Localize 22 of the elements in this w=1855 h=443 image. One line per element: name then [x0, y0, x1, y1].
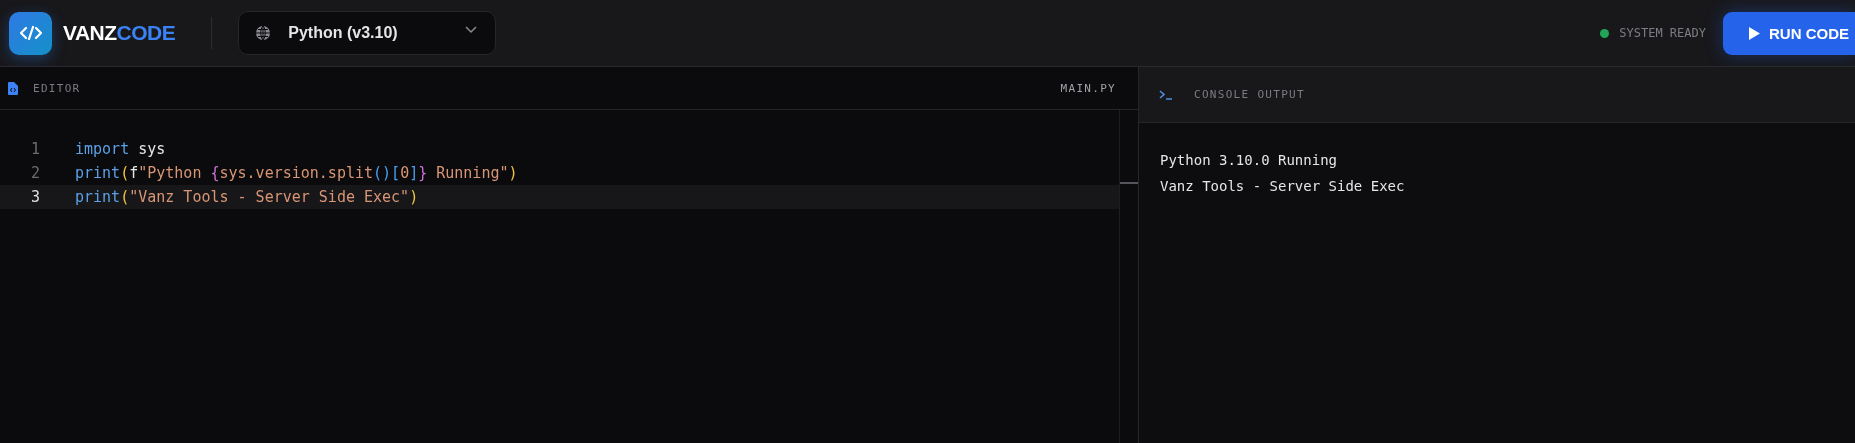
- logo-icon: [9, 11, 52, 55]
- console-title: CONSOLE OUTPUT: [1194, 88, 1305, 101]
- line-number: 1: [29, 140, 41, 158]
- language-dropdown[interactable]: Python (v3.10): [238, 11, 497, 55]
- line-number: 2: [29, 164, 41, 182]
- play-icon: [1749, 26, 1760, 40]
- run-code-button[interactable]: RUN CODE: [1723, 11, 1855, 55]
- chevron-down-icon: [465, 26, 478, 34]
- file-code-icon: [8, 81, 18, 95]
- line-number: 3: [29, 188, 41, 206]
- code-line: import sys: [75, 140, 166, 158]
- code-line: print(f"Python {sys.version.split()[0]} Running"): [75, 164, 518, 182]
- terminal-icon: [1159, 89, 1173, 100]
- scrollbar-track[interactable]: [1119, 110, 1138, 443]
- status-label: SYSTEM READY: [1619, 26, 1706, 40]
- code-line: print("Vanz Tools - Server Side Exec"): [75, 188, 419, 206]
- console-line: Python 3.10.0 Running: [1160, 151, 1338, 170]
- console-line: Vanz Tools - Server Side Exec: [1160, 177, 1406, 196]
- brand-name: VANZCODE: [63, 21, 176, 45]
- globe-icon: [255, 25, 272, 41]
- editor-title: EDITOR: [33, 81, 81, 95]
- file-name: MAIN.PY: [1060, 81, 1116, 95]
